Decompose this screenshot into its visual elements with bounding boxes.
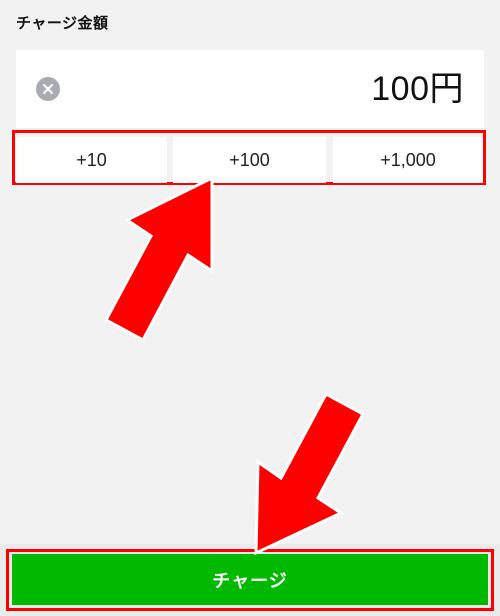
amount-field[interactable]: 100円 xyxy=(16,50,484,128)
charge-button[interactable]: チャージ xyxy=(12,554,488,605)
clear-x-circle-icon xyxy=(42,83,54,95)
increment-button-10[interactable]: +10 xyxy=(16,137,167,183)
increment-button-100[interactable]: +100 xyxy=(173,137,326,183)
clear-button[interactable] xyxy=(36,77,60,101)
amount-value: 100円 xyxy=(371,70,464,108)
red-arrow-down-icon xyxy=(254,391,366,556)
charge-amount-label: チャージ金額 xyxy=(16,14,109,32)
red-arrow-up-icon xyxy=(103,175,214,343)
increment-button-1000[interactable]: +1,000 xyxy=(333,137,483,183)
